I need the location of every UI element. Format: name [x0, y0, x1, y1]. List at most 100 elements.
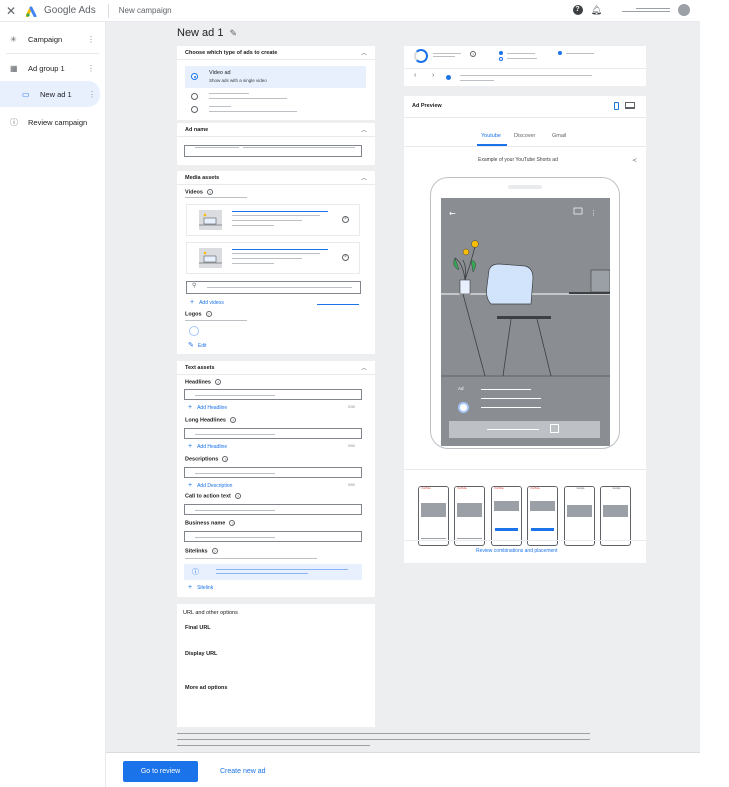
chevron-up-icon[interactable]: ︿: [361, 125, 367, 134]
phone-mockup: ← ⋮ Ad: [430, 177, 620, 449]
top-bar: ✕ Google Ads New campaign ? 🔔︎: [0, 0, 700, 22]
card-header[interactable]: Text assets ︿: [177, 361, 375, 375]
pencil-icon[interactable]: ✎: [229, 28, 237, 39]
cta-label: Call to action text?: [185, 493, 241, 500]
info-icon: ⓘ: [192, 569, 199, 576]
long-headline-input[interactable]: [184, 428, 362, 439]
remove-icon[interactable]: ×: [342, 254, 349, 261]
help-circle-icon[interactable]: ?: [470, 51, 476, 57]
cta-input[interactable]: [184, 504, 362, 515]
text-assets-card: Text assets ︿ Headlines? + Add Headline 0…: [177, 361, 375, 597]
create-new-ad-button[interactable]: Create new ad: [220, 761, 266, 782]
chevron-up-icon[interactable]: ︿: [361, 363, 367, 372]
sitelink-row[interactable]: ⓘ: [184, 564, 362, 580]
more-vert-icon[interactable]: ⋮: [87, 35, 95, 44]
close-icon[interactable]: ✕: [0, 4, 22, 18]
final-url-label[interactable]: Final URL: [185, 625, 211, 631]
share-icon[interactable]: ≺: [632, 157, 637, 164]
display-url-label[interactable]: Display URL: [185, 651, 217, 657]
add-icon: +: [188, 482, 193, 489]
headlines-label: Headlines?: [185, 379, 221, 386]
card-title: Media assets: [185, 174, 220, 181]
placeholder-line: [209, 111, 297, 112]
divider: [6, 53, 99, 54]
placement-thumbnail[interactable]: Google: [564, 486, 595, 546]
chevron-up-icon[interactable]: ︿: [361, 48, 367, 57]
card-header[interactable]: Ad name ︿: [177, 123, 375, 137]
avatar[interactable]: [678, 4, 690, 16]
placement-thumbnail[interactable]: YouTube: [527, 486, 558, 546]
help-circle-icon[interactable]: ?: [222, 456, 229, 462]
sidebar-item-review[interactable]: ⓘ Review campaign: [0, 109, 105, 135]
info-icon: ⓘ: [10, 117, 18, 127]
sidebar-item-label: New ad 1: [40, 89, 72, 99]
help-circle-icon[interactable]: ?: [211, 548, 218, 554]
help-circle-icon[interactable]: ?: [214, 379, 221, 385]
logo-placeholder-icon[interactable]: [189, 326, 199, 336]
step-dot-icon: [446, 75, 451, 80]
long-headlines-label: Long Headlines?: [185, 417, 236, 424]
video-search-input[interactable]: ⚲: [186, 281, 361, 294]
ad-icon: ▭: [22, 89, 30, 99]
placeholder-line: [209, 93, 249, 94]
video-ad-option[interactable]: Video ad Show ads with a single video: [185, 66, 366, 88]
add-videos-link[interactable]: + Add videos: [190, 299, 224, 306]
main-content: New ad 1 ✎ Choose which type of ads to c…: [106, 22, 700, 752]
chevron-left-icon[interactable]: ‹: [414, 72, 416, 79]
radio-option[interactable]: [191, 93, 198, 100]
card-header[interactable]: Media assets ︿: [177, 171, 375, 185]
placement-thumbnail[interactable]: YouTube: [491, 486, 522, 546]
search-icon: ⚲: [192, 283, 197, 289]
radio-selected[interactable]: [191, 73, 198, 80]
sidebar-item-campaign[interactable]: ✳ Campaign ⋮: [0, 26, 105, 52]
sidebar-item-ad-group[interactable]: ▦ Ad group 1 ⋮: [0, 55, 105, 81]
add-description-link[interactable]: + Add Description: [188, 482, 232, 489]
tab-youtube[interactable]: Youtube: [481, 133, 501, 139]
edit-logo-link[interactable]: ✎ Edit: [188, 341, 207, 349]
ad-name-input[interactable]: [184, 145, 362, 157]
placement-thumbnail[interactable]: Google: [600, 486, 631, 546]
help-circle-icon[interactable]: ?: [229, 520, 236, 526]
sidebar: ✳ Campaign ⋮ ▦ Ad group 1 ⋮ ▭ New ad 1 ⋮…: [0, 22, 106, 787]
add-icon: +: [190, 299, 195, 306]
remove-icon[interactable]: ×: [342, 216, 349, 223]
bell-icon[interactable]: 🔔︎: [591, 5, 602, 16]
placement-thumbnail[interactable]: YouTube: [418, 486, 449, 546]
long-headline-counter: 0/90: [348, 444, 355, 448]
tab-discover[interactable]: Discover: [514, 133, 535, 139]
video-thumbnail: [199, 210, 222, 230]
help-circle-icon[interactable]: ?: [234, 493, 241, 499]
more-ad-options-label[interactable]: More ad options: [185, 685, 227, 691]
sidebar-item-new-ad[interactable]: ▭ New ad 1 ⋮: [0, 81, 100, 107]
mobile-icon[interactable]: [614, 102, 619, 110]
help-circle-icon[interactable]: ?: [229, 417, 236, 423]
placement-thumbnail[interactable]: YouTube: [454, 486, 485, 546]
chevron-right-icon[interactable]: ›: [432, 72, 434, 79]
help-circle-icon[interactable]: ?: [206, 189, 213, 195]
tab-gmail[interactable]: Gmail: [552, 133, 566, 139]
external-link-icon: [550, 424, 559, 433]
pencil-icon: ✎: [188, 342, 194, 349]
business-name-input[interactable]: [184, 531, 362, 542]
review-combinations-link[interactable]: Review combinations and placement: [476, 548, 557, 554]
more-vert-icon[interactable]: ⋮: [88, 90, 96, 99]
grid-icon: ▦: [10, 63, 18, 73]
help-icon[interactable]: ?: [572, 5, 583, 15]
headline-input[interactable]: [184, 389, 362, 400]
add-sitelink-link[interactable]: + Sitelink: [188, 584, 213, 591]
more-vert-icon[interactable]: ⋮: [87, 64, 95, 73]
help-circle-icon[interactable]: ?: [205, 311, 212, 317]
video-asset-row[interactable]: ×: [186, 242, 360, 274]
card-header[interactable]: Choose which type of ads to create ︿: [177, 46, 375, 60]
desktop-icon[interactable]: [625, 102, 635, 109]
svg-text:←: ←: [449, 209, 456, 218]
add-headline-link[interactable]: + Add Headline: [188, 404, 227, 411]
description-input[interactable]: [184, 467, 362, 478]
go-to-review-button[interactable]: Go to review: [123, 761, 198, 782]
video-asset-row[interactable]: ×: [186, 204, 360, 236]
radio-option[interactable]: [191, 106, 198, 113]
add-long-headline-link[interactable]: + Add Headline: [188, 443, 227, 450]
app-name: Google Ads: [44, 5, 96, 16]
cta-bar[interactable]: [449, 421, 600, 438]
chevron-up-icon[interactable]: ︿: [361, 173, 367, 182]
